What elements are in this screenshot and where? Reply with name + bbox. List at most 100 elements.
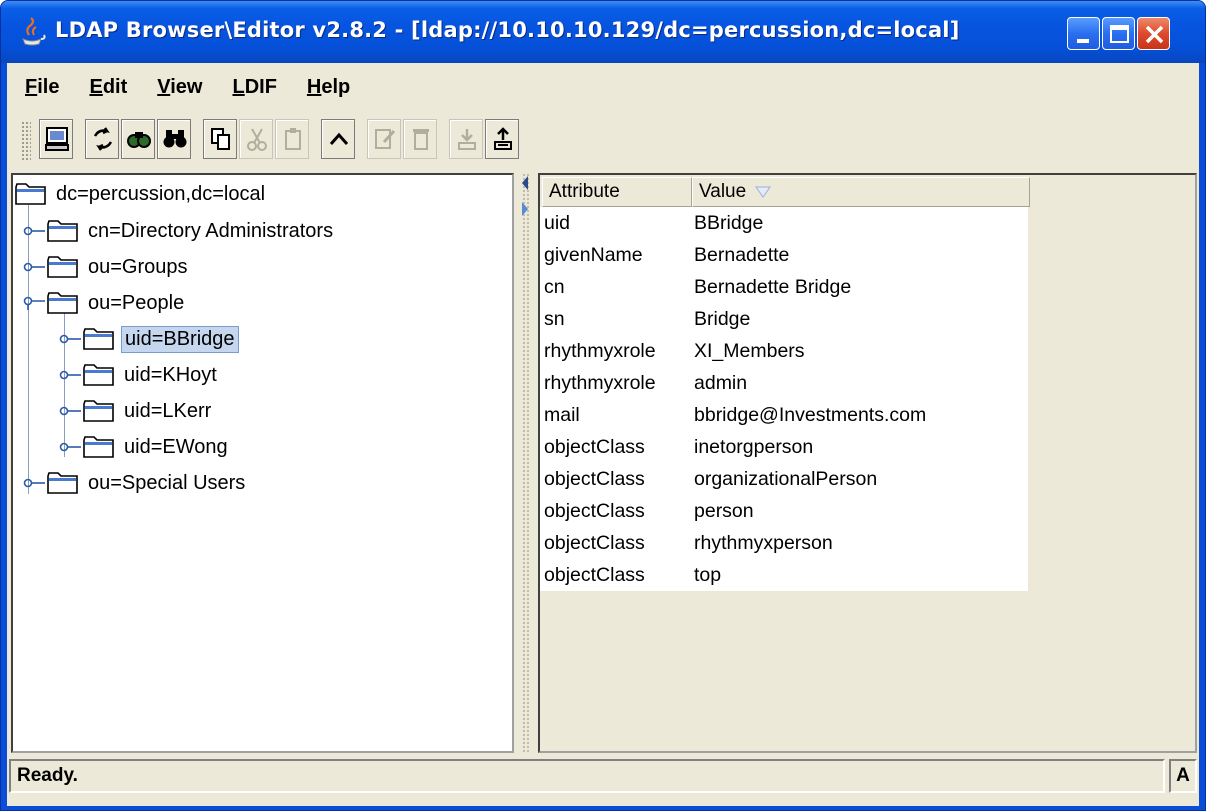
value-cell: Bernadette Bridge xyxy=(694,276,852,298)
collapsed-handle-icon[interactable] xyxy=(59,404,83,418)
table-row[interactable]: rhythmyxrole admin xyxy=(540,367,1028,399)
computer-icon xyxy=(45,127,69,151)
directory-tree[interactable]: dc=percussion,dc=local cn=Directory Admi… xyxy=(11,173,514,753)
cut-button[interactable] xyxy=(239,119,273,159)
folder-icon xyxy=(83,400,114,422)
close-icon xyxy=(1145,25,1164,44)
maximize-button[interactable] xyxy=(1102,17,1135,50)
refresh-icon xyxy=(93,127,113,151)
collapsed-handle-icon[interactable] xyxy=(59,332,83,346)
column-header-value[interactable]: Value xyxy=(692,177,1030,207)
tree-node-special-users[interactable]: ou=Special Users xyxy=(23,466,248,500)
find-button[interactable] xyxy=(157,119,191,159)
value-cell: organizationalPerson xyxy=(694,468,878,490)
menu-view[interactable]: View xyxy=(153,72,206,103)
toolbar-grip[interactable] xyxy=(21,121,31,161)
table-row[interactable]: objectClass rhythmyxperson xyxy=(540,527,1028,559)
table-row[interactable]: objectClass top xyxy=(540,559,1028,591)
menu-ldif[interactable]: LDIF xyxy=(228,72,280,103)
attribute-cell: givenName xyxy=(544,244,643,266)
export-button[interactable] xyxy=(485,119,519,159)
import-button[interactable] xyxy=(449,119,483,159)
table-row[interactable]: objectClass person xyxy=(540,495,1028,527)
up-button[interactable] xyxy=(321,119,355,159)
cut-icon xyxy=(247,128,267,151)
status-mode-indicator: A xyxy=(1169,759,1197,793)
table-row[interactable]: objectClass inetorgperson xyxy=(540,431,1028,463)
status-message: Ready. xyxy=(9,759,1165,793)
attribute-cell: sn xyxy=(544,308,565,330)
menu-edit[interactable]: Edit xyxy=(85,72,131,103)
attribute-cell: uid xyxy=(544,212,571,234)
tree-node-label-selected: uid=BBridge xyxy=(121,325,239,353)
value-cell: rhythmyxperson xyxy=(694,532,833,554)
value-cell: bbridge@Investments.com xyxy=(694,404,927,426)
import-icon xyxy=(458,129,476,150)
collapsed-handle-icon[interactable] xyxy=(23,476,47,490)
java-cup-icon xyxy=(22,17,46,46)
refresh-button[interactable] xyxy=(85,119,119,159)
attribute-cell: objectClass xyxy=(544,564,645,586)
window-title: LDAP Browser\Editor v2.8.2 - [ldap://10.… xyxy=(55,18,960,42)
tree-node-lkerr[interactable]: uid=LKerr xyxy=(59,394,214,428)
tree-node-label: uid=EWong xyxy=(124,435,228,458)
tree-node-directory-administrators[interactable]: cn=Directory Administrators xyxy=(23,214,336,248)
table-row[interactable]: uid BBridge xyxy=(540,207,1028,239)
tree-node-groups[interactable]: ou=Groups xyxy=(23,250,191,284)
tree-node-label: dc=percussion,dc=local xyxy=(56,182,266,205)
table-row[interactable]: rhythmyxrole XI_Members xyxy=(540,335,1028,367)
table-row[interactable]: objectClass organizationalPerson xyxy=(540,463,1028,495)
collapse-left-arrow-icon[interactable] xyxy=(520,175,530,191)
paste-button[interactable] xyxy=(275,119,309,159)
copy-button[interactable] xyxy=(203,119,237,159)
up-icon xyxy=(329,132,349,145)
copy-icon xyxy=(211,128,230,150)
value-cell: admin xyxy=(694,372,748,394)
minimize-button[interactable] xyxy=(1067,17,1100,50)
tree-node-ewong[interactable]: uid=EWong xyxy=(59,430,231,464)
tree-node-label: cn=Directory Administrators xyxy=(88,219,334,242)
paste-icon xyxy=(285,128,301,150)
folder-icon xyxy=(47,220,78,242)
tree-node-label: ou=Groups xyxy=(88,255,188,278)
table-row[interactable]: cn Bernadette Bridge xyxy=(540,271,1028,303)
table-row[interactable]: mail bbridge@Investments.com xyxy=(540,399,1028,431)
folder-icon xyxy=(15,183,46,205)
table-row[interactable]: givenName Bernadette xyxy=(540,239,1028,271)
maximize-icon xyxy=(1110,25,1129,43)
folder-icon xyxy=(83,436,114,458)
value-cell: BBridge xyxy=(694,212,764,234)
client-area: File Edit View LDIF Help dc=percussion,d… xyxy=(7,63,1199,806)
attribute-cell: mail xyxy=(544,404,580,426)
expanded-handle-icon[interactable] xyxy=(23,296,47,310)
folder-icon xyxy=(83,364,114,386)
search-button[interactable] xyxy=(121,119,155,159)
tree-node-khoyt[interactable]: uid=KHoyt xyxy=(59,358,220,392)
attribute-cell: rhythmyxrole xyxy=(544,340,656,362)
tree-root[interactable]: dc=percussion,dc=local xyxy=(15,177,268,211)
delete-button[interactable] xyxy=(403,119,437,159)
collapsed-handle-icon[interactable] xyxy=(23,260,47,274)
split-pane-divider[interactable] xyxy=(516,173,538,753)
attributes-table[interactable]: Attribute Value uid BBridge givenName Berna… xyxy=(538,173,1197,753)
table-body: uid BBridge givenName Bernadette cn Bernadett… xyxy=(540,207,1028,591)
menu-file[interactable]: File xyxy=(21,72,63,103)
close-button[interactable] xyxy=(1137,17,1170,50)
collapsed-handle-icon[interactable] xyxy=(23,224,47,238)
connect-button[interactable] xyxy=(39,119,73,159)
delete-icon xyxy=(413,129,429,150)
tree-node-bbridge[interactable]: uid=BBridge xyxy=(59,322,239,356)
tree-node-people[interactable]: ou=People xyxy=(23,286,187,320)
collapsed-handle-icon[interactable] xyxy=(59,440,83,454)
minimize-icon xyxy=(1077,39,1089,43)
tree-node-label: uid=LKerr xyxy=(124,399,212,422)
column-header-attribute[interactable]: Attribute xyxy=(542,177,692,207)
value-cell: XI_Members xyxy=(694,340,805,362)
table-row[interactable]: sn Bridge xyxy=(540,303,1028,335)
value-cell: Bernadette xyxy=(694,244,790,266)
title-bar[interactable]: LDAP Browser\Editor v2.8.2 - [ldap://10.… xyxy=(1,1,1205,63)
collapse-right-arrow-icon[interactable] xyxy=(520,201,530,217)
edit-button[interactable] xyxy=(367,119,401,159)
collapsed-handle-icon[interactable] xyxy=(59,368,83,382)
menu-help[interactable]: Help xyxy=(303,72,354,103)
